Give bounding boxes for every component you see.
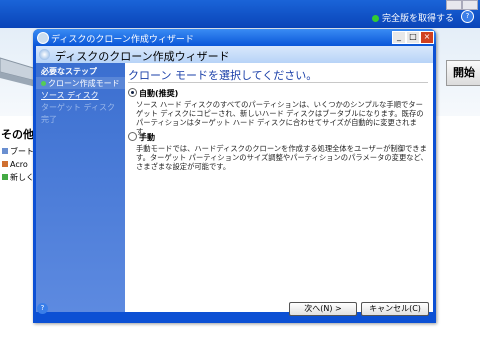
sidebar-item-label: Acro xyxy=(10,160,28,169)
automatic-label: 自動(推奨) xyxy=(139,89,179,98)
get-full-version-label: 完全版を取得する xyxy=(381,14,454,24)
close-button[interactable]: × xyxy=(420,31,434,44)
cancel-button[interactable]: キャンセル(C) xyxy=(361,302,429,316)
step-finish: 完了 xyxy=(36,113,125,125)
main-title: クローン モードを選択してください。 xyxy=(128,69,318,82)
step-label: クローン作成モード xyxy=(48,79,120,88)
dialog-header-title: ディスクのクローン作成ウィザード xyxy=(55,50,230,63)
dialog-window-title: ディスクのクローン作成ウィザード xyxy=(51,35,194,45)
sidebar-item-label: ブート xyxy=(10,147,34,156)
background-title-bar: 完全版を取得する ? xyxy=(0,0,480,28)
background-minimize-button[interactable] xyxy=(446,0,462,10)
clone-disk-wizard-dialog: ディスクのクローン作成ウィザード _ □ × ディスクのクローン作成ウィザード … xyxy=(33,29,436,323)
get-full-version-link[interactable]: 完全版を取得する xyxy=(371,11,454,24)
step-source-disk[interactable]: ソース ディスク xyxy=(36,89,125,101)
step-label: ソース ディスク xyxy=(41,91,99,100)
option-manual[interactable]: 手動 xyxy=(128,132,155,143)
start-button[interactable]: 開始 xyxy=(446,60,480,86)
current-step-bullet-icon xyxy=(41,81,46,86)
dialog-title-bar: ディスクのクローン作成ウィザード _ □ × xyxy=(33,29,436,46)
option-automatic[interactable]: 自動(推奨) xyxy=(128,88,178,99)
dialog-header: ディスクのクローン作成ウィザード xyxy=(36,46,433,63)
next-button[interactable]: 次へ(N) > xyxy=(289,302,357,316)
automatic-radio[interactable] xyxy=(128,88,137,97)
dialog-help-icon[interactable]: ? xyxy=(37,303,48,314)
step-target-disk: ターゲット ディスク xyxy=(36,101,125,113)
step-label: ターゲット ディスク xyxy=(41,103,115,112)
automatic-description: ソース ハード ディスクのすべてのパーティションは、いくつかのシンプルな手順でタ… xyxy=(136,100,424,136)
manual-description: 手動モードでは、ハードディスクのクローンを作成する処理全体をユーザーが制御できま… xyxy=(136,144,428,171)
manual-radio[interactable] xyxy=(128,132,137,141)
steps-panel: 必要なステップ クローン作成モード ソース ディスク ターゲット ディスク 完了 xyxy=(36,63,125,312)
main-panel: クローン モードを選択してください。 自動(推奨) ソース ハード ディスクのす… xyxy=(125,63,433,312)
manual-label: 手動 xyxy=(139,133,155,142)
boot-icon xyxy=(2,148,8,154)
background-help-icon[interactable]: ? xyxy=(461,10,474,23)
minimize-button[interactable]: _ xyxy=(392,31,406,44)
acronis-icon xyxy=(2,161,8,167)
title-divider xyxy=(128,82,428,83)
sidebar-item-label: 新しく xyxy=(10,173,34,182)
disk-clone-icon xyxy=(39,49,50,60)
status-dot-icon xyxy=(371,15,379,22)
step-clone-mode[interactable]: クローン作成モード xyxy=(36,77,125,89)
maximize-button[interactable]: □ xyxy=(406,31,420,44)
steps-heading: 必要なステップ xyxy=(41,67,97,76)
step-label: 完了 xyxy=(41,115,57,124)
background-close-button[interactable] xyxy=(462,0,478,10)
wizard-app-icon xyxy=(37,32,49,44)
new-icon xyxy=(2,174,8,180)
